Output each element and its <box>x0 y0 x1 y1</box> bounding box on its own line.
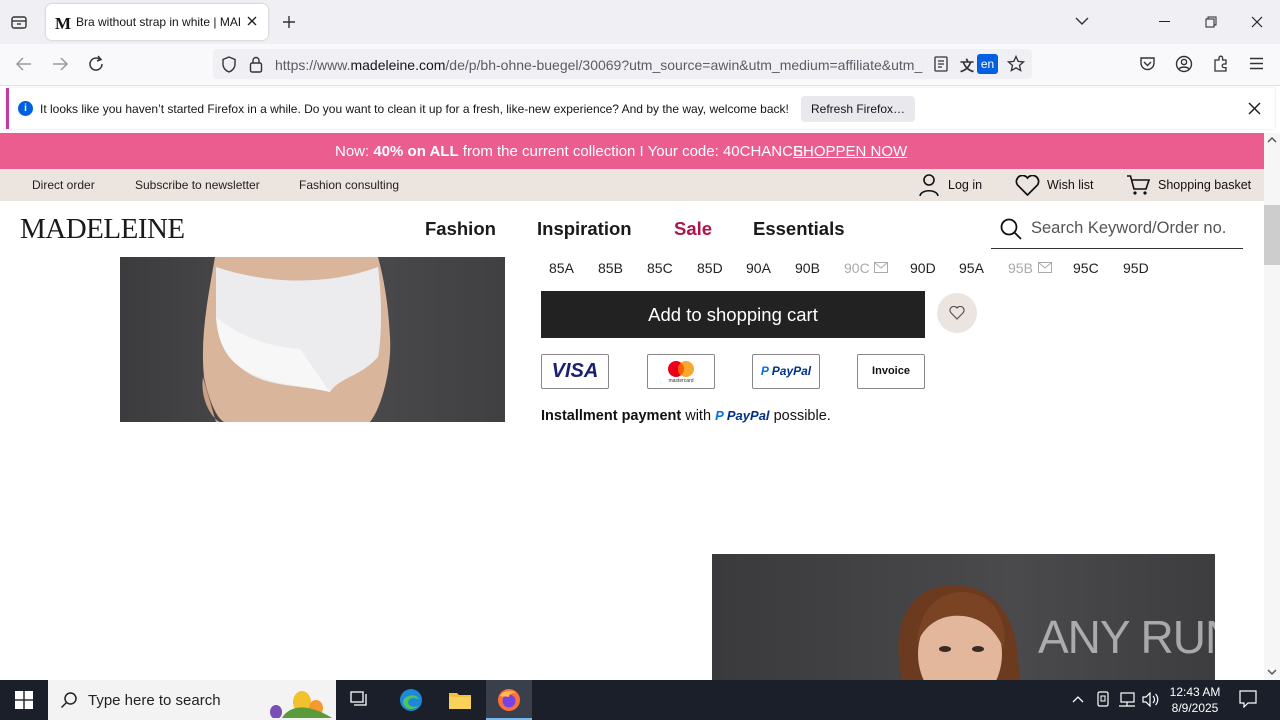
volume-icon[interactable] <box>1142 692 1160 707</box>
restore-icon[interactable] <box>1205 16 1217 28</box>
size-option-unavailable[interactable]: 95B <box>1008 260 1033 276</box>
reload-icon[interactable] <box>87 55 105 73</box>
paypal-logo: P PayPal <box>752 354 820 389</box>
minimize-icon[interactable] <box>1159 21 1171 23</box>
fashion-consulting-link[interactable]: Fashion consulting <box>299 178 399 192</box>
tab-overview-icon[interactable] <box>10 13 28 31</box>
translate-icon[interactable]: 文 <box>960 56 974 76</box>
shopping-cart-icon[interactable] <box>1126 174 1151 196</box>
notify-mail-icon[interactable] <box>874 262 888 273</box>
app-menu-icon[interactable] <box>1249 57 1264 70</box>
reader-view-icon[interactable] <box>934 56 948 72</box>
wishlist-heart-icon <box>949 306 965 320</box>
madeleine-logo[interactable]: MADELEINE <box>20 213 185 246</box>
newsletter-link[interactable]: Subscribe to newsletter <box>135 178 260 192</box>
windows-start-icon[interactable] <box>15 691 33 709</box>
size-option[interactable]: 95D <box>1123 260 1149 276</box>
size-option[interactable]: 90B <box>795 260 820 276</box>
anyrun-watermark: ANY RUN <box>1038 611 1238 663</box>
url-text[interactable]: https://www.madeleine.com/de/p/bh-ohne-b… <box>275 57 923 73</box>
file-explorer-icon[interactable] <box>448 690 472 710</box>
taskbar-search-icon <box>60 691 78 709</box>
visa-logo: VISA <box>541 354 609 389</box>
nav-fashion[interactable]: Fashion <box>425 218 496 240</box>
tray-chevron-up-icon[interactable] <box>1072 695 1084 703</box>
direct-order-link[interactable]: Direct order <box>32 178 95 192</box>
size-option[interactable]: 90A <box>746 260 771 276</box>
forward-icon[interactable] <box>51 56 69 72</box>
refresh-firefox-button[interactable]: Refresh Firefox… <box>801 96 915 122</box>
tab-title: Bra without strap in white | MADELEINE <box>76 15 240 29</box>
installment-text: Installment payment with P PayPal possib… <box>541 408 831 424</box>
tab-close-icon[interactable] <box>246 15 258 27</box>
promo-text: Now: 40% on ALL from the current collect… <box>335 143 803 160</box>
clock-date: 8/9/2025 <box>1171 701 1219 715</box>
info-icon: i <box>18 101 33 116</box>
scroll-down-icon[interactable] <box>1267 668 1277 676</box>
pocket-icon[interactable] <box>1139 56 1156 72</box>
nav-essentials[interactable]: Essentials <box>753 218 845 240</box>
notification-center-icon[interactable] <box>1239 690 1257 708</box>
user-icon[interactable] <box>918 173 940 197</box>
search-icon[interactable] <box>1000 218 1022 240</box>
tab-list-chevron-icon[interactable] <box>1075 16 1089 26</box>
shop-now-link[interactable]: SHOPPEN NOW <box>793 143 907 160</box>
task-view-icon[interactable] <box>350 691 370 709</box>
account-icon[interactable] <box>1175 55 1193 73</box>
search-underline <box>991 248 1243 249</box>
notification-close-icon[interactable] <box>1248 102 1261 115</box>
network-icon[interactable] <box>1118 692 1136 707</box>
size-option[interactable]: 85A <box>549 260 574 276</box>
nav-inspiration[interactable]: Inspiration <box>537 218 632 240</box>
back-icon[interactable] <box>15 56 33 72</box>
bookmark-star-icon[interactable] <box>1007 55 1025 73</box>
scrollbar-thumb[interactable] <box>1264 205 1280 265</box>
notification-text: It looks like you haven’t started Firefo… <box>40 102 789 116</box>
size-option[interactable]: 95A <box>959 260 984 276</box>
taskbar-clock[interactable]: 12:43 AM 8/9/2025 <box>1160 684 1230 716</box>
size-option[interactable]: 85B <box>598 260 623 276</box>
size-option[interactable]: 90D <box>910 260 936 276</box>
size-option[interactable]: 85D <box>697 260 723 276</box>
clock-time: 12:43 AM <box>1169 685 1221 699</box>
nav-sale[interactable]: Sale <box>674 218 712 240</box>
site-favicon-icon: M <box>55 14 72 33</box>
size-option-unavailable[interactable]: 90C <box>844 260 870 276</box>
wishlist-link[interactable]: Wish list <box>1047 178 1094 192</box>
extensions-icon[interactable] <box>1212 55 1229 73</box>
scroll-up-icon[interactable] <box>1267 136 1277 144</box>
shopping-basket-link[interactable]: Shopping basket <box>1158 178 1251 192</box>
tray-device-icon[interactable] <box>1096 691 1110 707</box>
login-link[interactable]: Log in <box>948 178 982 192</box>
tracking-shield-icon[interactable] <box>221 56 237 73</box>
translate-language-badge[interactable]: en <box>977 54 998 74</box>
heart-icon[interactable] <box>1015 175 1040 196</box>
new-tab-icon[interactable] <box>282 15 296 29</box>
product-image[interactable] <box>120 257 505 422</box>
edge-browser-icon[interactable] <box>399 688 423 712</box>
taskbar-search-placeholder[interactable]: Type here to search <box>88 692 221 709</box>
mastercard-logo: mastercard <box>647 354 715 389</box>
size-option[interactable]: 85C <box>647 260 673 276</box>
invoice-logo: Invoice <box>857 354 925 389</box>
size-option[interactable]: 95C <box>1073 260 1099 276</box>
paypal-inline-logo: P PayPal <box>715 408 770 423</box>
add-to-cart-button[interactable]: Add to shopping cart <box>541 291 925 338</box>
search-highlight-image <box>262 682 334 718</box>
notify-mail-icon[interactable] <box>1038 262 1052 273</box>
close-window-icon[interactable] <box>1251 16 1263 28</box>
firefox-icon <box>497 688 521 712</box>
lock-icon[interactable] <box>249 56 263 73</box>
site-search-input[interactable]: Search Keyword/Order no. <box>1031 219 1226 238</box>
